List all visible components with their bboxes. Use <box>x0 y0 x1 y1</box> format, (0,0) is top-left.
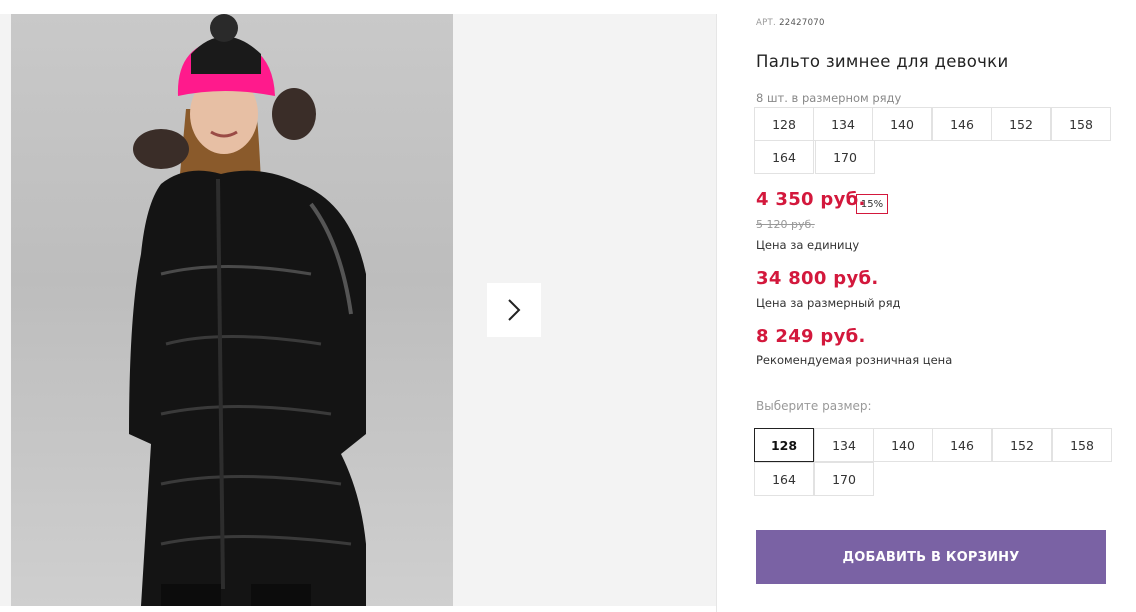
pack-size-cell: 164 <box>754 140 814 174</box>
size-option-140[interactable]: 140 <box>873 428 933 462</box>
product-gallery <box>0 14 716 606</box>
chevron-right-icon <box>508 299 521 321</box>
size-option-134[interactable]: 134 <box>814 428 874 462</box>
pack-price: 34 800 руб. <box>756 268 879 289</box>
product-title: Пальто зимнее для девочки <box>756 52 1009 71</box>
old-price: 5 120 руб. <box>756 218 815 231</box>
size-option-128[interactable]: 128 <box>754 428 814 462</box>
size-option-170[interactable]: 170 <box>814 462 874 496</box>
column-divider <box>716 14 717 612</box>
pack-size-cell: 134 <box>813 107 873 141</box>
gallery-next-button[interactable] <box>487 283 541 337</box>
pack-size-cell: 170 <box>815 140 875 174</box>
pack-size-cell: 158 <box>1051 107 1111 141</box>
unit-price-caption: Цена за единицу <box>756 238 860 252</box>
size-option-164[interactable]: 164 <box>754 462 814 496</box>
retail-price-caption: Рекомендуемая розничная цена <box>756 353 953 367</box>
discount-badge: 15% <box>856 194 888 214</box>
size-option-146[interactable]: 146 <box>932 428 992 462</box>
retail-price: 8 249 руб. <box>756 326 866 347</box>
article-value: 22427070 <box>779 18 825 28</box>
pack-size-cell: 146 <box>932 107 992 141</box>
article-number: АРТ. 22427070 <box>756 18 825 28</box>
size-option-152[interactable]: 152 <box>992 428 1052 462</box>
article-prefix: АРТ. <box>756 18 777 28</box>
pack-size-cell: 152 <box>991 107 1051 141</box>
size-option-158[interactable]: 158 <box>1052 428 1112 462</box>
size-select-label: Выберите размер: <box>756 399 872 413</box>
pack-size-cell: 140 <box>872 107 932 141</box>
add-to-cart-button[interactable]: ДОБАВИТЬ В КОРЗИНУ <box>756 530 1106 584</box>
product-photo[interactable] <box>11 14 453 606</box>
pack-size-cell: 128 <box>754 107 814 141</box>
pack-label: 8 шт. в размерном ряду <box>756 91 902 105</box>
unit-price: 4 350 руб. <box>756 189 866 210</box>
pack-price-caption: Цена за размерный ряд <box>756 296 901 310</box>
